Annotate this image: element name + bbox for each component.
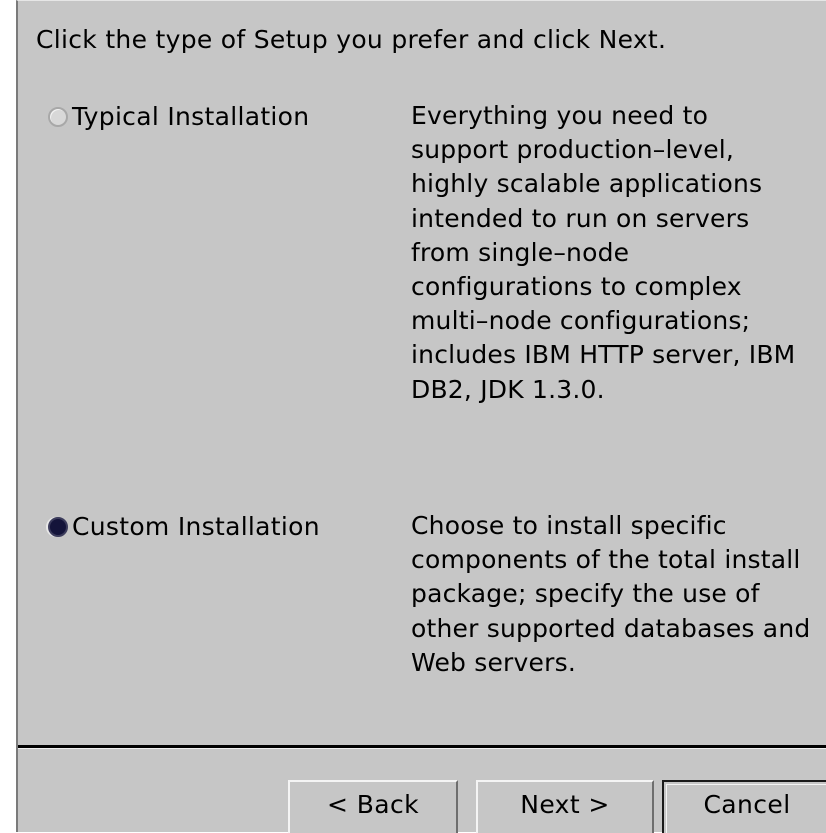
setup-type-dialog: Click the type of Setup you prefer and c…: [16, 0, 826, 833]
cancel-button[interactable]: Cancel: [662, 780, 826, 833]
custom-installation-label[interactable]: Custom Installation: [72, 509, 320, 545]
radio-unchecked-icon[interactable]: [48, 107, 68, 127]
radio-checked-icon[interactable]: [48, 517, 68, 537]
cancel-button-label: Cancel: [703, 790, 791, 819]
custom-installation-radio[interactable]: Custom Installation: [48, 509, 320, 545]
next-button[interactable]: Next >: [476, 780, 654, 833]
typical-installation-description: Everything you need to support productio…: [411, 101, 796, 404]
typical-installation-label[interactable]: Typical Installation: [72, 99, 309, 135]
instruction-text: Click the type of Setup you prefer and c…: [36, 25, 667, 54]
button-bar-separator-highlight: [18, 748, 826, 749]
custom-installation-description: Choose to install specific components of…: [411, 511, 811, 677]
typical-installation-radio[interactable]: Typical Installation: [48, 99, 309, 135]
back-button[interactable]: < Back: [288, 780, 458, 833]
